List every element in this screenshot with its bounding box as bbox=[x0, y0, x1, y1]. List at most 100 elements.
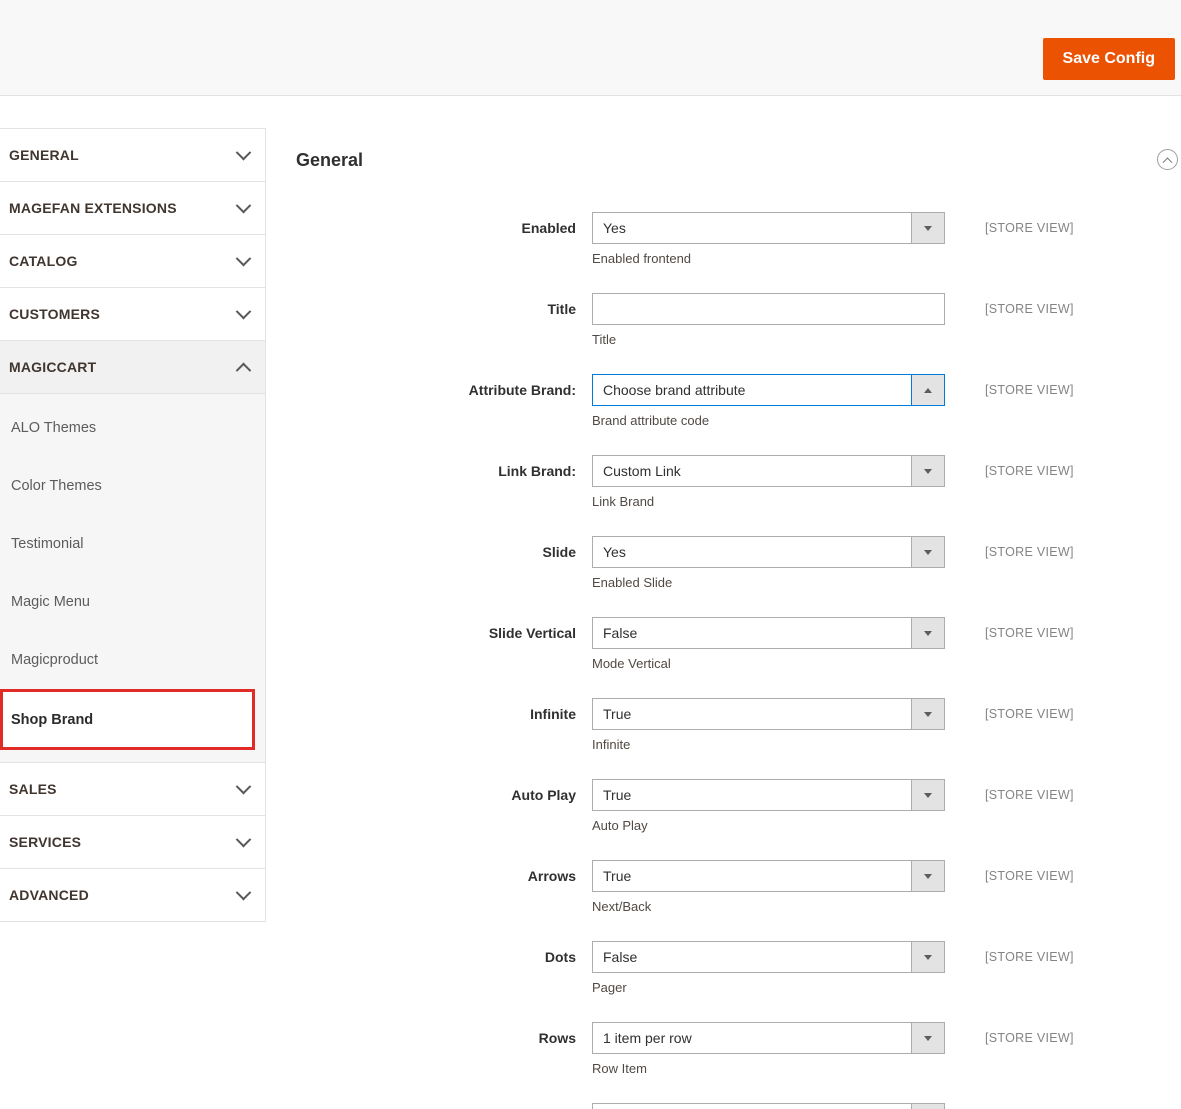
dropdown-button[interactable] bbox=[911, 537, 944, 567]
field-label: Title bbox=[547, 301, 576, 317]
selected-value: 1 item per row bbox=[603, 1030, 692, 1046]
title-input[interactable] bbox=[592, 293, 945, 325]
dropdown-button[interactable] bbox=[911, 942, 944, 972]
dropdown-button[interactable] bbox=[911, 456, 944, 486]
sidebar-item-color-themes[interactable]: Color Themes bbox=[0, 457, 265, 515]
sidebar-item-testimonial[interactable]: Testimonial bbox=[0, 515, 265, 573]
chevron-down-icon bbox=[235, 778, 252, 794]
field-comment: Brand attribute code bbox=[592, 413, 710, 428]
field-label: Infinite bbox=[530, 706, 576, 722]
sidebar-section-label: GENERAL bbox=[9, 147, 79, 163]
form-field-row-attribute-brand: Attribute Brand: Choose brand attribute [… bbox=[266, 374, 1181, 429]
section-title: General bbox=[296, 150, 364, 170]
field-comment: Auto Play bbox=[592, 818, 648, 833]
field-comment: Pager bbox=[592, 980, 627, 995]
chevron-down-icon bbox=[235, 831, 252, 847]
sidebar-section-label: ADVANCED bbox=[9, 887, 89, 903]
scope-label: [STORE VIEW] bbox=[985, 950, 1074, 964]
form-field-row-auto-play: Auto Play True [STORE VIEW] Auto Play bbox=[266, 779, 1181, 834]
sidebar-item-magic-menu[interactable]: Magic Menu bbox=[0, 573, 265, 631]
dropdown-button[interactable] bbox=[911, 1023, 944, 1053]
scope-label: [STORE VIEW] bbox=[985, 545, 1074, 559]
caret-up-icon bbox=[924, 387, 932, 393]
field-comment: Enabled Slide bbox=[592, 575, 673, 590]
sidebar-section-label: SALES bbox=[9, 781, 57, 797]
field-comment: Infinite bbox=[592, 737, 631, 752]
link-brand-select[interactable]: Custom Link bbox=[592, 455, 945, 487]
sidebar-item-shop-brand[interactable]: Shop Brand bbox=[0, 689, 255, 750]
sidebar-section-label: CUSTOMERS bbox=[9, 306, 100, 322]
scope-label: [STORE VIEW] bbox=[985, 1031, 1074, 1045]
scope-label: [STORE VIEW] bbox=[985, 707, 1074, 721]
slide-select[interactable]: Yes bbox=[592, 536, 945, 568]
sidebar-section-label: MAGEFAN EXTENSIONS bbox=[9, 200, 177, 216]
partial-next-field-select bbox=[592, 1103, 945, 1109]
sidebar-section-magiccart[interactable]: MAGICCART bbox=[0, 341, 265, 394]
enabled-select[interactable]: Yes bbox=[592, 212, 945, 244]
sidebar-section-catalog[interactable]: CATALOG bbox=[0, 235, 265, 288]
caret-down-icon bbox=[924, 954, 932, 960]
dropdown-button[interactable] bbox=[911, 699, 944, 729]
dots-select[interactable]: False bbox=[592, 941, 945, 973]
chevron-up-icon bbox=[235, 362, 252, 378]
chevron-up-icon bbox=[1162, 157, 1173, 168]
sidebar-section-label: CATALOG bbox=[9, 253, 78, 269]
scope-label: [STORE VIEW] bbox=[985, 221, 1074, 235]
sidebar-section-general[interactable]: GENERAL bbox=[0, 129, 265, 182]
magiccart-subsection-list: ALO Themes Color Themes Testimonial Magi… bbox=[0, 394, 265, 763]
selected-value: Yes bbox=[603, 544, 626, 560]
config-page: Save Config GENERAL MAGEFAN EXTENSIONS C… bbox=[0, 0, 1181, 1109]
dropdown-button[interactable] bbox=[911, 861, 944, 891]
page-header: Save Config bbox=[0, 0, 1181, 96]
scope-label: [STORE VIEW] bbox=[985, 302, 1074, 316]
sidebar-section-advanced[interactable]: ADVANCED bbox=[0, 869, 265, 922]
dropdown-button[interactable] bbox=[911, 1104, 944, 1109]
sidebar-section-services[interactable]: SERVICES bbox=[0, 816, 265, 869]
form-field-row-infinite: Infinite True [STORE VIEW] Infinite bbox=[266, 698, 1181, 753]
caret-down-icon bbox=[924, 711, 932, 717]
caret-down-icon bbox=[924, 468, 932, 474]
form-field-row-arrows: Arrows True [STORE VIEW] Next/Back bbox=[266, 860, 1181, 915]
form-field-row-dots: Dots False [STORE VIEW] Pager bbox=[266, 941, 1181, 996]
form-field-row-title: Title [STORE VIEW] Title bbox=[266, 293, 1181, 348]
general-section-header: General bbox=[266, 128, 1181, 212]
dropdown-button[interactable] bbox=[911, 375, 944, 405]
infinite-select[interactable]: True bbox=[592, 698, 945, 730]
selected-value: Yes bbox=[603, 220, 626, 236]
sidebar-section-customers[interactable]: CUSTOMERS bbox=[0, 288, 265, 341]
config-main-panel: General Enabled Yes [STORE VIEW] Enabled … bbox=[266, 128, 1181, 1109]
selected-value: Custom Link bbox=[603, 463, 681, 479]
auto-play-select[interactable]: True bbox=[592, 779, 945, 811]
form-field-row-link-brand: Link Brand: Custom Link [STORE VIEW] Link… bbox=[266, 455, 1181, 510]
selected-value: True bbox=[603, 706, 632, 722]
attribute-brand-select[interactable]: Choose brand attribute bbox=[592, 374, 945, 406]
scope-label: [STORE VIEW] bbox=[985, 464, 1074, 478]
form-field-row-slide: Slide Yes [STORE VIEW] Enabled Slide bbox=[266, 536, 1181, 591]
field-comment: Link Brand bbox=[592, 494, 655, 509]
dropdown-button[interactable] bbox=[911, 618, 944, 648]
save-config-button[interactable]: Save Config bbox=[1042, 38, 1175, 80]
sidebar-section-sales[interactable]: SALES bbox=[0, 763, 265, 816]
config-nav-sidebar: GENERAL MAGEFAN EXTENSIONS CATALOG CUSTO… bbox=[0, 128, 266, 922]
sidebar-item-magicproduct[interactable]: Magicproduct bbox=[0, 631, 265, 689]
field-label: Auto Play bbox=[511, 787, 576, 803]
slide-vertical-select[interactable]: False bbox=[592, 617, 945, 649]
caret-down-icon bbox=[924, 549, 932, 555]
selected-value: Choose brand attribute bbox=[603, 382, 746, 398]
form-field-row-rows: Rows 1 item per row [STORE VIEW] Row Item bbox=[266, 1022, 1181, 1077]
collapse-section-icon[interactable] bbox=[1157, 149, 1178, 170]
sidebar-section-magefan-extensions[interactable]: MAGEFAN EXTENSIONS bbox=[0, 182, 265, 235]
caret-down-icon bbox=[924, 792, 932, 798]
arrows-select[interactable]: True bbox=[592, 860, 945, 892]
dropdown-button[interactable] bbox=[911, 213, 944, 243]
field-comment: Row Item bbox=[592, 1061, 647, 1076]
general-settings-form: Enabled Yes [STORE VIEW] Enabled frontend… bbox=[266, 212, 1181, 1109]
sidebar-section-label: MAGICCART bbox=[9, 359, 97, 375]
field-comment: Mode Vertical bbox=[592, 656, 671, 671]
field-comment: Title bbox=[592, 332, 617, 347]
rows-select[interactable]: 1 item per row bbox=[592, 1022, 945, 1054]
sidebar-bottom-sections: SALES SERVICES ADVANCED bbox=[0, 763, 265, 922]
caret-down-icon bbox=[924, 873, 932, 879]
dropdown-button[interactable] bbox=[911, 780, 944, 810]
sidebar-item-alo-themes[interactable]: ALO Themes bbox=[0, 399, 265, 457]
